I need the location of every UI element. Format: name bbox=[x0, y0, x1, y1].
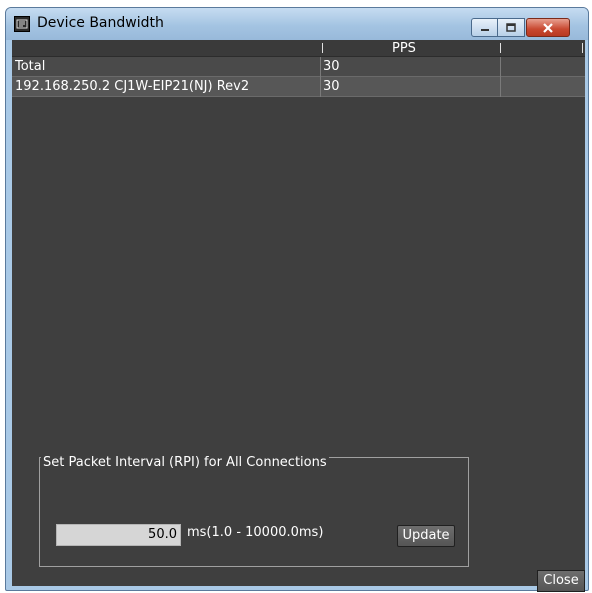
pps-cell: 30 bbox=[323, 59, 340, 74]
rpi-settings-group: Set Packet Interval (RPI) for All Connec… bbox=[39, 455, 469, 567]
device-bandwidth-window: Device Bandwidth PPS Total 30 192.168.25… bbox=[5, 7, 589, 592]
device-name-cell: 192.168.250.2 CJ1W-EIP21(NJ) Rev2 bbox=[15, 79, 250, 94]
minimize-button[interactable] bbox=[471, 18, 498, 37]
column-divider[interactable] bbox=[582, 43, 583, 53]
title-bar[interactable]: Device Bandwidth bbox=[6, 8, 588, 40]
close-button[interactable]: Close bbox=[537, 570, 585, 592]
column-divider[interactable] bbox=[500, 43, 501, 53]
close-window-button[interactable] bbox=[526, 18, 570, 37]
update-button[interactable]: Update bbox=[397, 525, 455, 547]
maximize-button[interactable] bbox=[498, 18, 525, 37]
bandwidth-panel: PPS Total 30 192.168.250.2 CJ1W-EIP21(NJ… bbox=[12, 40, 585, 592]
minimize-icon bbox=[480, 28, 489, 31]
column-header-pps[interactable]: PPS bbox=[392, 41, 416, 56]
column-divider[interactable] bbox=[322, 43, 323, 53]
rpi-value-input[interactable]: 50.0 bbox=[56, 524, 181, 546]
close-icon bbox=[543, 22, 553, 33]
table-row-total[interactable]: Total 30 bbox=[12, 57, 585, 77]
maximize-icon bbox=[506, 22, 516, 32]
window-title: Device Bandwidth bbox=[37, 15, 164, 31]
device-name-cell: Total bbox=[15, 59, 46, 74]
table-row-device[interactable]: 192.168.250.2 CJ1W-EIP21(NJ) Rev2 30 bbox=[12, 77, 585, 97]
rpi-unit-range-label: ms(1.0 - 10000.0ms) bbox=[187, 525, 324, 540]
pps-cell: 30 bbox=[323, 79, 340, 94]
grid-header: PPS bbox=[12, 40, 585, 57]
app-icon bbox=[14, 16, 30, 32]
rpi-group-label: Set Packet Interval (RPI) for All Connec… bbox=[41, 455, 329, 470]
